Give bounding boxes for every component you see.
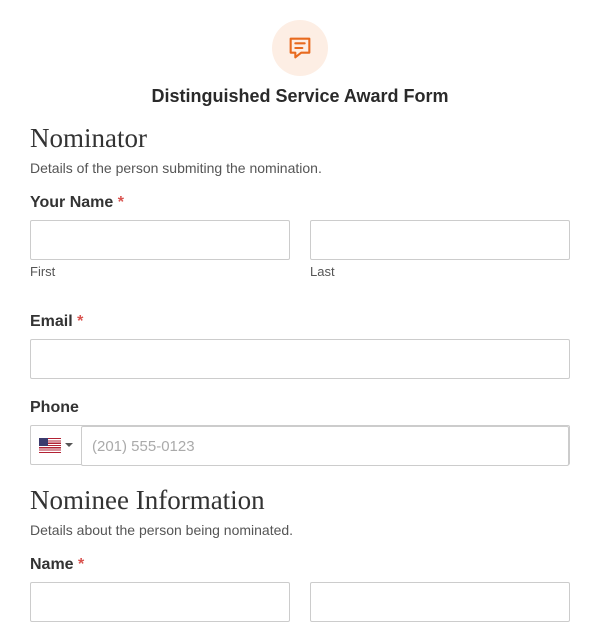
phone-input[interactable] [81, 426, 569, 466]
first-name-input[interactable] [30, 220, 290, 260]
required-marker: * [77, 313, 83, 330]
nominee-description: Details about the person being nominated… [30, 522, 570, 538]
email-input[interactable] [30, 339, 570, 379]
nominator-description: Details of the person submiting the nomi… [30, 160, 570, 176]
first-sublabel: First [30, 264, 290, 279]
form-title: Distinguished Service Award Form [30, 86, 570, 107]
nominee-last-name-input[interactable] [310, 582, 570, 622]
required-marker: * [118, 194, 124, 211]
us-flag-icon [39, 438, 61, 453]
nominator-heading: Nominator [30, 123, 570, 154]
chevron-down-icon [65, 443, 73, 447]
nominee-heading: Nominee Information [30, 485, 570, 516]
phone-label: Phone [30, 399, 570, 417]
email-field: Email * [30, 313, 570, 379]
nominee-name-label: Name * [30, 556, 570, 574]
phone-field: Phone [30, 399, 570, 465]
required-marker: * [78, 556, 84, 573]
your-name-label: Your Name * [30, 194, 570, 212]
nominee-first-name-input[interactable] [30, 582, 290, 622]
form-header: Distinguished Service Award Form [30, 20, 570, 107]
your-name-field: Your Name * First Last [30, 194, 570, 293]
chat-icon [272, 20, 328, 76]
country-code-select[interactable] [31, 426, 81, 464]
email-label: Email * [30, 313, 570, 331]
last-name-input[interactable] [310, 220, 570, 260]
last-sublabel: Last [310, 264, 570, 279]
nominee-name-field: Name * [30, 556, 570, 622]
